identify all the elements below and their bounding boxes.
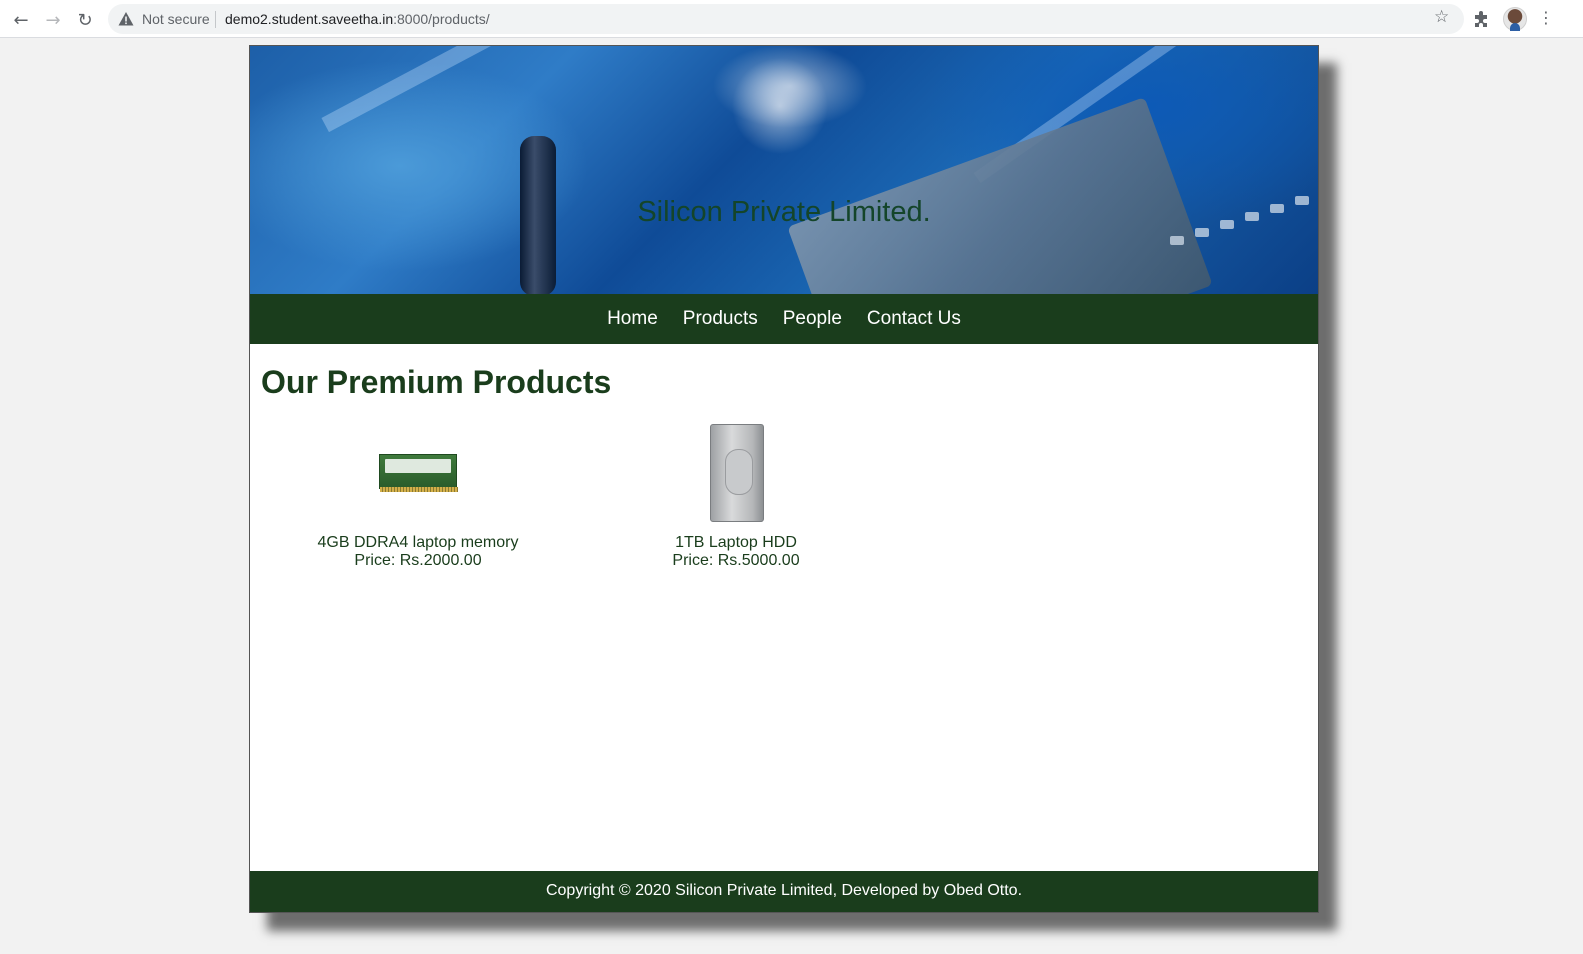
site-footer: Copyright © 2020 Silicon Private Limited… (250, 871, 1318, 912)
product-price: Price: Rs.2000.00 (354, 552, 482, 569)
url-host: demo2.student.saveetha.in (225, 11, 394, 27)
page-heading: Our Premium Products (261, 364, 612, 400)
product-price: Price: Rs.5000.00 (672, 552, 800, 569)
nav-link-products[interactable]: Products (683, 308, 758, 330)
browser-toolbar: ← → ↻ Not secure demo2.student.saveetha.… (0, 0, 1583, 38)
product-name: 4GB DDRA4 laptop memory (317, 534, 519, 551)
security-status-label[interactable]: Not secure (142, 11, 210, 27)
reload-icon[interactable]: ↻ (72, 7, 98, 33)
product-card: 4GB DDRA4 laptop memory Price: Rs.2000.0… (288, 424, 548, 570)
hdd-image (710, 424, 764, 522)
forward-arrow-icon[interactable]: → (40, 7, 66, 33)
banner-light-streak (321, 46, 559, 133)
back-arrow-icon[interactable]: ← (8, 7, 34, 33)
product-image-hdd (606, 424, 866, 524)
product-card: 1TB Laptop HDD Price: Rs.5000.00 (606, 424, 866, 570)
nav-link-home[interactable]: Home (607, 308, 658, 330)
browser-menu-icon[interactable]: ⋮ (1538, 8, 1554, 27)
header-banner-image: Silicon Private Limited. (250, 46, 1318, 294)
product-image-memory (288, 424, 548, 524)
banner-pin (1170, 236, 1184, 245)
nav-link-people[interactable]: People (783, 308, 842, 330)
product-name: 1TB Laptop HDD (675, 534, 797, 551)
url-text[interactable]: demo2.student.saveetha.in:8000/products/ (225, 11, 490, 27)
ram-module-image (379, 454, 458, 492)
url-path: :8000/products/ (393, 11, 490, 27)
bookmark-star-icon[interactable]: ☆ (1434, 7, 1449, 27)
profile-avatar[interactable] (1503, 7, 1527, 31)
address-separator (215, 11, 216, 28)
site-container: Silicon Private Limited. Home Products P… (249, 45, 1319, 913)
address-bar[interactable]: Not secure demo2.student.saveetha.in:800… (108, 4, 1464, 34)
warning-icon (118, 12, 134, 26)
banner-pin (1195, 228, 1209, 237)
site-title: Silicon Private Limited. (637, 196, 931, 228)
main-navigation: Home Products People Contact Us (250, 294, 1318, 344)
nav-link-contact-us[interactable]: Contact Us (867, 308, 961, 330)
extensions-puzzle-icon[interactable] (1472, 9, 1492, 29)
